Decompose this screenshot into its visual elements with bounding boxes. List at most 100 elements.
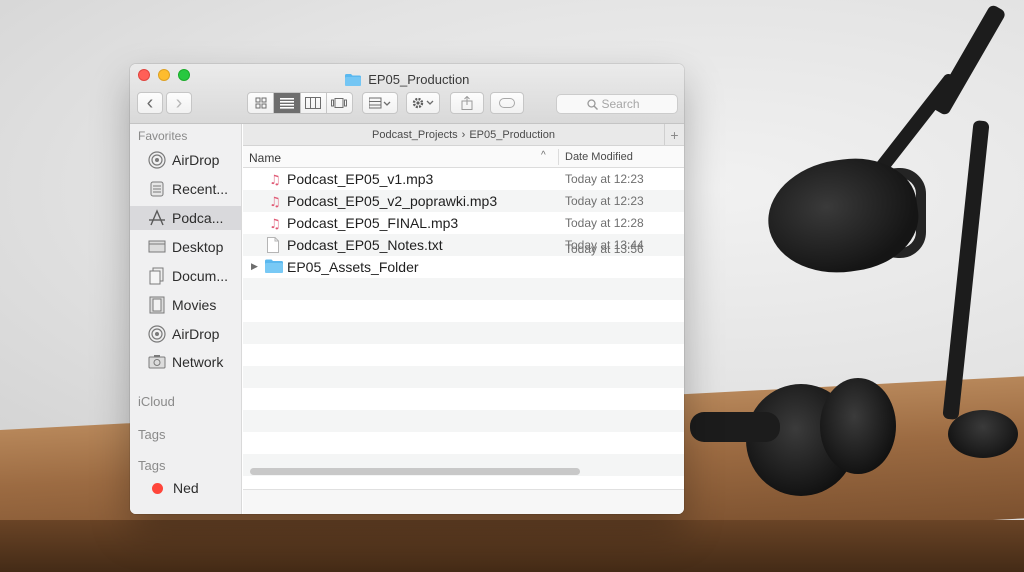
column-name-header[interactable]: Name [249, 151, 281, 165]
path-bar: Podcast_Projects › EP05_Production + [243, 124, 684, 146]
empty-row [243, 300, 684, 322]
file-date: Today at 13:56 [565, 242, 644, 256]
path-current[interactable]: EP05_Production [469, 129, 555, 141]
sidebar-tag-label: Ned [173, 480, 199, 496]
column-view-button[interactable] [301, 93, 327, 113]
chevron-right-icon: › [175, 92, 183, 114]
file-list: ♫ Podcast_EP05_v1.mp3 Today at 12:23 ♫ P… [243, 168, 684, 478]
sidebar-header-favorites: Favorites [138, 129, 188, 143]
sidebar-item-documents[interactable]: Docum... [130, 264, 241, 288]
grid-icon [255, 97, 267, 109]
sidebar-header-tags: Tags [138, 427, 166, 442]
file-name: Podcast_EP05_FINAL.mp3 [287, 215, 459, 231]
file-date: Today at 12:23 [565, 172, 644, 186]
sidebar-item-podcasts[interactable]: Podca... [130, 206, 241, 230]
desktop-icon [148, 238, 166, 256]
file-date: Today at 12:28 [565, 216, 644, 230]
recents-icon [148, 180, 166, 198]
empty-row [243, 344, 684, 366]
sidebar: Favorites AirDrop Recent... Podca... Des… [130, 124, 242, 514]
svg-text:♫: ♫ [269, 173, 281, 187]
view-mode-selector [247, 92, 353, 114]
sort-ascending-icon: ^ [541, 150, 546, 161]
window-title: EP05_Production [130, 72, 684, 89]
sidebar-item-label: Desktop [172, 239, 224, 255]
table-row[interactable]: ♫ Podcast_EP05_v2_poprawki.mp3 Today at … [243, 190, 684, 212]
sidebar-item-label: Network [172, 354, 224, 370]
horizontal-scrollbar[interactable] [250, 468, 580, 475]
empty-row [243, 322, 684, 344]
arrange-icon [369, 97, 391, 109]
audio-file-icon: ♫ [267, 193, 281, 210]
share-button[interactable] [450, 92, 484, 114]
folder-icon [265, 259, 283, 275]
file-date: Today at 12:23 [565, 194, 644, 208]
sidebar-item-desktop[interactable]: Desktop [130, 235, 241, 259]
column-divider[interactable] [558, 149, 559, 165]
desk-edge [0, 520, 1024, 572]
list-icon [279, 98, 294, 109]
tag-icon [499, 98, 515, 108]
gallery-view-button[interactable] [327, 93, 352, 113]
icon-view-button[interactable] [248, 93, 275, 113]
search-input[interactable] [601, 97, 648, 111]
empty-row [243, 278, 684, 300]
sidebar-item-label: Movies [172, 297, 217, 313]
sidebar-item-airdrop-2[interactable]: AirDrop [130, 322, 241, 346]
sidebar-item-airdrop[interactable]: AirDrop [130, 148, 241, 172]
file-name: Podcast_EP05_v1.mp3 [287, 171, 434, 187]
sidebar-item-recents[interactable]: Recent... [130, 177, 241, 201]
sidebar-item-label: AirDrop [172, 326, 220, 342]
path-separator: › [461, 128, 466, 141]
sidebar-item-movies[interactable]: Movies [130, 293, 241, 317]
action-menu-button[interactable] [406, 92, 440, 114]
sidebar-header-tags-2: Tags [138, 458, 166, 473]
add-tab-button[interactable]: + [664, 124, 684, 145]
gallery-icon [331, 98, 348, 108]
share-icon [461, 96, 473, 110]
file-name: Podcast_EP05_v2_poprawki.mp3 [287, 193, 498, 209]
search-icon [586, 98, 598, 110]
svg-text:♫: ♫ [269, 195, 281, 209]
sidebar-item-label: Recent... [172, 181, 229, 197]
gear-icon [412, 97, 434, 109]
audio-file-icon: ♫ [267, 215, 281, 232]
movies-icon [148, 296, 166, 314]
documents-icon [148, 267, 166, 285]
red-tag-icon [152, 482, 163, 494]
sidebar-tag-ned[interactable]: Ned [130, 476, 241, 500]
file-name: Podcast_EP05_Notes.txt [287, 237, 443, 253]
empty-row [243, 410, 684, 432]
finder-window: EP05_Production ‹ › Search Favorites Air… [130, 64, 684, 514]
window-title-text: EP05_Production [368, 72, 470, 87]
empty-row [243, 432, 684, 454]
column-date-modified-header[interactable]: Date Modified [565, 151, 633, 163]
list-view-button[interactable] [274, 93, 301, 113]
airdrop-icon [148, 151, 166, 169]
status-bar [243, 489, 684, 514]
forward-button[interactable]: › [166, 92, 192, 114]
headphone-band [690, 412, 780, 442]
empty-row [243, 366, 684, 388]
airdrop-icon [148, 325, 166, 343]
column-header: Name ^ Date Modified [243, 146, 684, 168]
chevron-left-icon: ‹ [146, 92, 154, 114]
table-row[interactable]: ♫ Podcast_EP05_v1.mp3 Today at 12:23 [243, 168, 684, 190]
group-by-button[interactable] [362, 92, 398, 114]
edit-tags-button[interactable] [490, 92, 524, 114]
file-name: EP05_Assets_Folder [287, 259, 419, 275]
sidebar-item-network[interactable]: Network [130, 350, 241, 374]
titlebar: EP05_Production ‹ › [130, 64, 684, 124]
text-file-icon [267, 237, 281, 253]
mic-arm-base [948, 410, 1018, 458]
applications-icon [148, 209, 166, 227]
folder-icon [344, 74, 361, 89]
headphone-right-cup [820, 378, 896, 474]
disclosure-triangle-icon[interactable]: ▶ [251, 261, 258, 272]
search-field[interactable] [556, 94, 678, 114]
table-row[interactable]: ♫ Podcast_EP05_FINAL.mp3 Today at 12:28 [243, 212, 684, 234]
network-icon [148, 353, 166, 371]
table-row[interactable]: ▶ EP05_Assets_Folder Today at 13:56 [243, 242, 684, 278]
path-parent[interactable]: Podcast_Projects [372, 129, 458, 141]
back-button[interactable]: ‹ [137, 92, 163, 114]
